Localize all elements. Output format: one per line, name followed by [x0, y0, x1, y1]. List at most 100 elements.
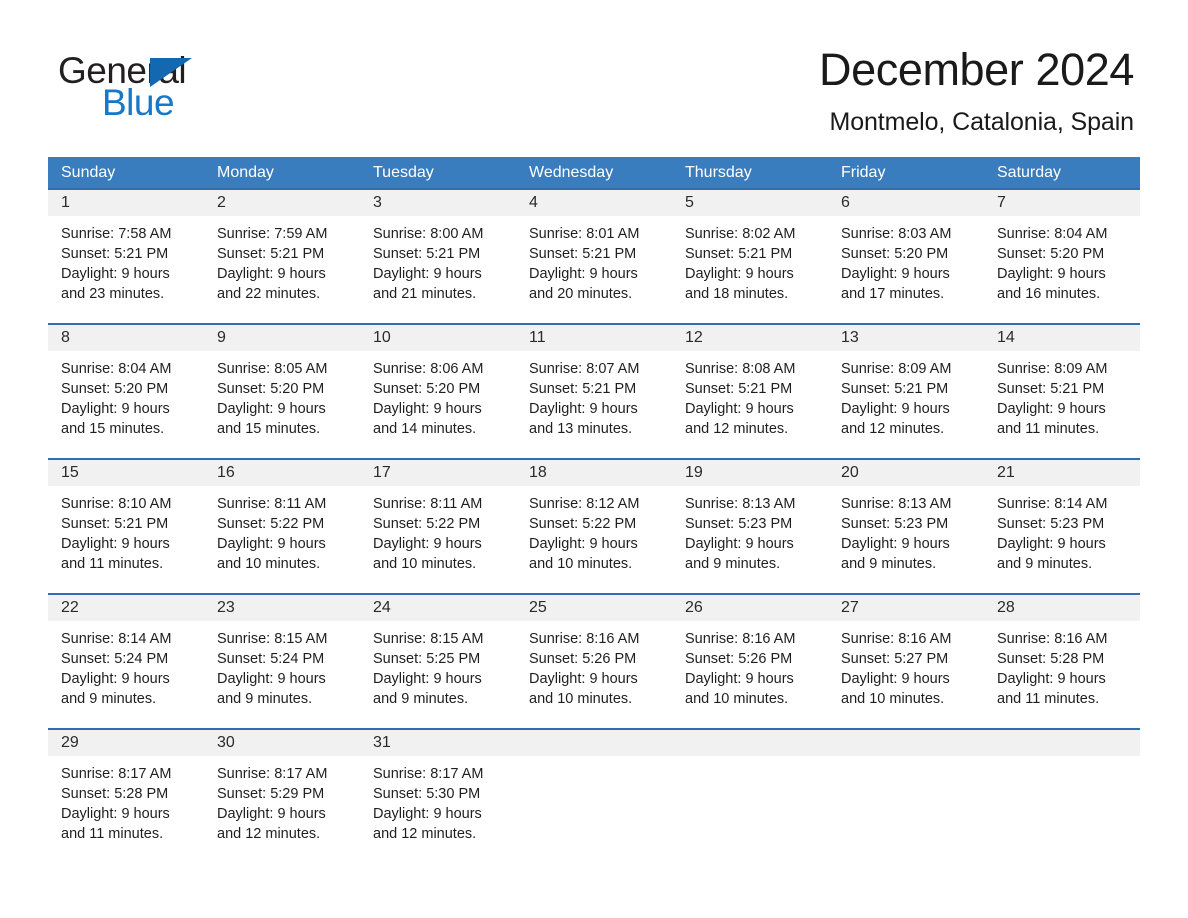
calendar-week-row: 15 16 17 18 19 20 21 Sunrise: 8:10 AM Su… — [48, 458, 1140, 594]
sunset-text: Sunset: 5:21 PM — [529, 381, 637, 398]
title-block: December 2024 Montmelo, Catalonia, Spain — [819, 44, 1134, 136]
day-number[interactable]: 16 — [204, 460, 360, 486]
day-cell[interactable]: Sunrise: 7:58 AM Sunset: 5:21 PM Dayligh… — [48, 216, 204, 323]
day-cell[interactable]: Sunrise: 8:08 AM Sunset: 5:21 PM Dayligh… — [672, 351, 828, 458]
day-number[interactable]: 29 — [48, 730, 204, 756]
page-title: December 2024 — [819, 44, 1134, 95]
day-number[interactable]: 19 — [672, 460, 828, 486]
day-cell[interactable]: Sunrise: 8:17 AM Sunset: 5:29 PM Dayligh… — [204, 756, 360, 863]
day-number[interactable]: 17 — [360, 460, 516, 486]
day-number[interactable]: 9 — [204, 325, 360, 351]
daylight-text: Daylight: 9 hours — [997, 266, 1106, 283]
day-cell[interactable]: Sunrise: 8:05 AM Sunset: 5:20 PM Dayligh… — [204, 351, 360, 458]
day-number[interactable]: 6 — [828, 190, 984, 216]
day-number[interactable]: 4 — [516, 190, 672, 216]
day-cell[interactable]: Sunrise: 7:59 AM Sunset: 5:21 PM Dayligh… — [204, 216, 360, 323]
day-cell[interactable]: Sunrise: 8:15 AM Sunset: 5:24 PM Dayligh… — [204, 621, 360, 728]
day-number[interactable]: 28 — [984, 595, 1140, 621]
sunrise-text: Sunrise: 8:02 AM — [685, 226, 796, 243]
day-number[interactable]: 5 — [672, 190, 828, 216]
day-cell[interactable]: Sunrise: 8:11 AM Sunset: 5:22 PM Dayligh… — [360, 486, 516, 593]
daylight-text-cont: and 18 minutes. — [685, 286, 789, 303]
sunrise-text: Sunrise: 8:05 AM — [217, 361, 328, 378]
day-number[interactable]: 8 — [48, 325, 204, 351]
day-cell[interactable]: Sunrise: 8:01 AM Sunset: 5:21 PM Dayligh… — [516, 216, 672, 323]
sunset-text: Sunset: 5:23 PM — [685, 516, 793, 533]
day-number[interactable]: 10 — [360, 325, 516, 351]
day-number[interactable]: 14 — [984, 325, 1140, 351]
day-number[interactable]: 3 — [360, 190, 516, 216]
day-cell[interactable]: Sunrise: 8:16 AM Sunset: 5:26 PM Dayligh… — [516, 621, 672, 728]
daylight-text-cont: and 17 minutes. — [841, 286, 945, 303]
daylight-text-cont: and 12 minutes. — [217, 826, 321, 843]
daylight-text-cont: and 11 minutes. — [997, 421, 1100, 438]
weekday-header-friday: Friday — [841, 164, 886, 182]
day-number[interactable]: 23 — [204, 595, 360, 621]
daylight-text: Daylight: 9 hours — [841, 536, 950, 553]
day-cell[interactable]: Sunrise: 8:03 AM Sunset: 5:20 PM Dayligh… — [828, 216, 984, 323]
day-cell[interactable]: Sunrise: 8:11 AM Sunset: 5:22 PM Dayligh… — [204, 486, 360, 593]
day-cell[interactable]: Sunrise: 8:16 AM Sunset: 5:27 PM Dayligh… — [828, 621, 984, 728]
day-cell[interactable]: Sunrise: 8:02 AM Sunset: 5:21 PM Dayligh… — [672, 216, 828, 323]
sunrise-text: Sunrise: 8:03 AM — [841, 226, 952, 243]
day-number[interactable]: 20 — [828, 460, 984, 486]
sunset-text: Sunset: 5:21 PM — [529, 246, 637, 263]
day-cell[interactable]: Sunrise: 8:15 AM Sunset: 5:25 PM Dayligh… — [360, 621, 516, 728]
day-number[interactable]: 7 — [984, 190, 1140, 216]
daylight-text: Daylight: 9 hours — [373, 806, 482, 823]
sunset-text: Sunset: 5:28 PM — [61, 786, 169, 803]
sunset-text: Sunset: 5:21 PM — [685, 246, 793, 263]
day-cell[interactable]: Sunrise: 8:17 AM Sunset: 5:28 PM Dayligh… — [48, 756, 204, 863]
day-cell[interactable]: Sunrise: 8:06 AM Sunset: 5:20 PM Dayligh… — [360, 351, 516, 458]
day-number[interactable]: 30 — [204, 730, 360, 756]
day-number[interactable]: 15 — [48, 460, 204, 486]
week-detail-band: Sunrise: 8:17 AM Sunset: 5:28 PM Dayligh… — [48, 756, 1140, 864]
day-number[interactable]: 1 — [48, 190, 204, 216]
general-blue-logo[interactable]: General Blue — [58, 44, 258, 121]
day-cell[interactable]: Sunrise: 8:13 AM Sunset: 5:23 PM Dayligh… — [828, 486, 984, 593]
sunrise-text: Sunrise: 8:12 AM — [529, 496, 640, 513]
day-number[interactable]: 21 — [984, 460, 1140, 486]
sunset-text: Sunset: 5:22 PM — [529, 516, 637, 533]
day-cell[interactable]: Sunrise: 8:16 AM Sunset: 5:26 PM Dayligh… — [672, 621, 828, 728]
day-cell[interactable]: Sunrise: 8:14 AM Sunset: 5:23 PM Dayligh… — [984, 486, 1140, 593]
day-cell[interactable]: Sunrise: 8:16 AM Sunset: 5:28 PM Dayligh… — [984, 621, 1140, 728]
day-cell[interactable]: Sunrise: 8:07 AM Sunset: 5:21 PM Dayligh… — [516, 351, 672, 458]
day-number[interactable]: 18 — [516, 460, 672, 486]
day-cell[interactable]: Sunrise: 8:04 AM Sunset: 5:20 PM Dayligh… — [48, 351, 204, 458]
sunrise-text: Sunrise: 8:04 AM — [997, 226, 1108, 243]
sunrise-text: Sunrise: 8:06 AM — [373, 361, 484, 378]
day-cell[interactable]: Sunrise: 8:12 AM Sunset: 5:22 PM Dayligh… — [516, 486, 672, 593]
day-cell[interactable]: Sunrise: 8:14 AM Sunset: 5:24 PM Dayligh… — [48, 621, 204, 728]
daylight-text: Daylight: 9 hours — [529, 671, 638, 688]
day-number[interactable]: 26 — [672, 595, 828, 621]
sunrise-text: Sunrise: 8:01 AM — [529, 226, 640, 243]
day-number[interactable]: 25 — [516, 595, 672, 621]
day-number[interactable]: 11 — [516, 325, 672, 351]
sunrise-text: Sunrise: 8:16 AM — [529, 631, 640, 648]
calendar-week-row: 29 30 31 Sunrise: 8:17 AM Sunset: 5:28 P… — [48, 728, 1140, 864]
sunrise-text: Sunrise: 8:11 AM — [373, 496, 483, 513]
sunrise-text: Sunrise: 8:16 AM — [997, 631, 1108, 648]
weekday-header-row: Sunday Monday Tuesday Wednesday Thursday… — [48, 157, 1140, 189]
day-cell[interactable]: Sunrise: 8:10 AM Sunset: 5:21 PM Dayligh… — [48, 486, 204, 593]
day-cell[interactable]: Sunrise: 8:17 AM Sunset: 5:30 PM Dayligh… — [360, 756, 516, 863]
day-cell[interactable]: Sunrise: 8:09 AM Sunset: 5:21 PM Dayligh… — [984, 351, 1140, 458]
day-cell[interactable]: Sunrise: 8:09 AM Sunset: 5:21 PM Dayligh… — [828, 351, 984, 458]
day-number[interactable]: 31 — [360, 730, 516, 756]
day-number[interactable]: 22 — [48, 595, 204, 621]
sunset-text: Sunset: 5:23 PM — [841, 516, 949, 533]
day-number[interactable]: 27 — [828, 595, 984, 621]
day-number[interactable]: 13 — [828, 325, 984, 351]
weekday-header-thursday: Thursday — [685, 164, 752, 182]
daylight-text-cont: and 9 minutes. — [685, 556, 781, 573]
daylight-text-cont: and 12 minutes. — [373, 826, 477, 843]
day-cell[interactable]: Sunrise: 8:04 AM Sunset: 5:20 PM Dayligh… — [984, 216, 1140, 323]
day-cell[interactable]: Sunrise: 8:13 AM Sunset: 5:23 PM Dayligh… — [672, 486, 828, 593]
day-number[interactable]: 24 — [360, 595, 516, 621]
day-number[interactable]: 2 — [204, 190, 360, 216]
daylight-text-cont: and 20 minutes. — [529, 286, 633, 303]
day-number[interactable]: 12 — [672, 325, 828, 351]
day-cell[interactable]: Sunrise: 8:00 AM Sunset: 5:21 PM Dayligh… — [360, 216, 516, 323]
sunrise-text: Sunrise: 8:00 AM — [373, 226, 484, 243]
